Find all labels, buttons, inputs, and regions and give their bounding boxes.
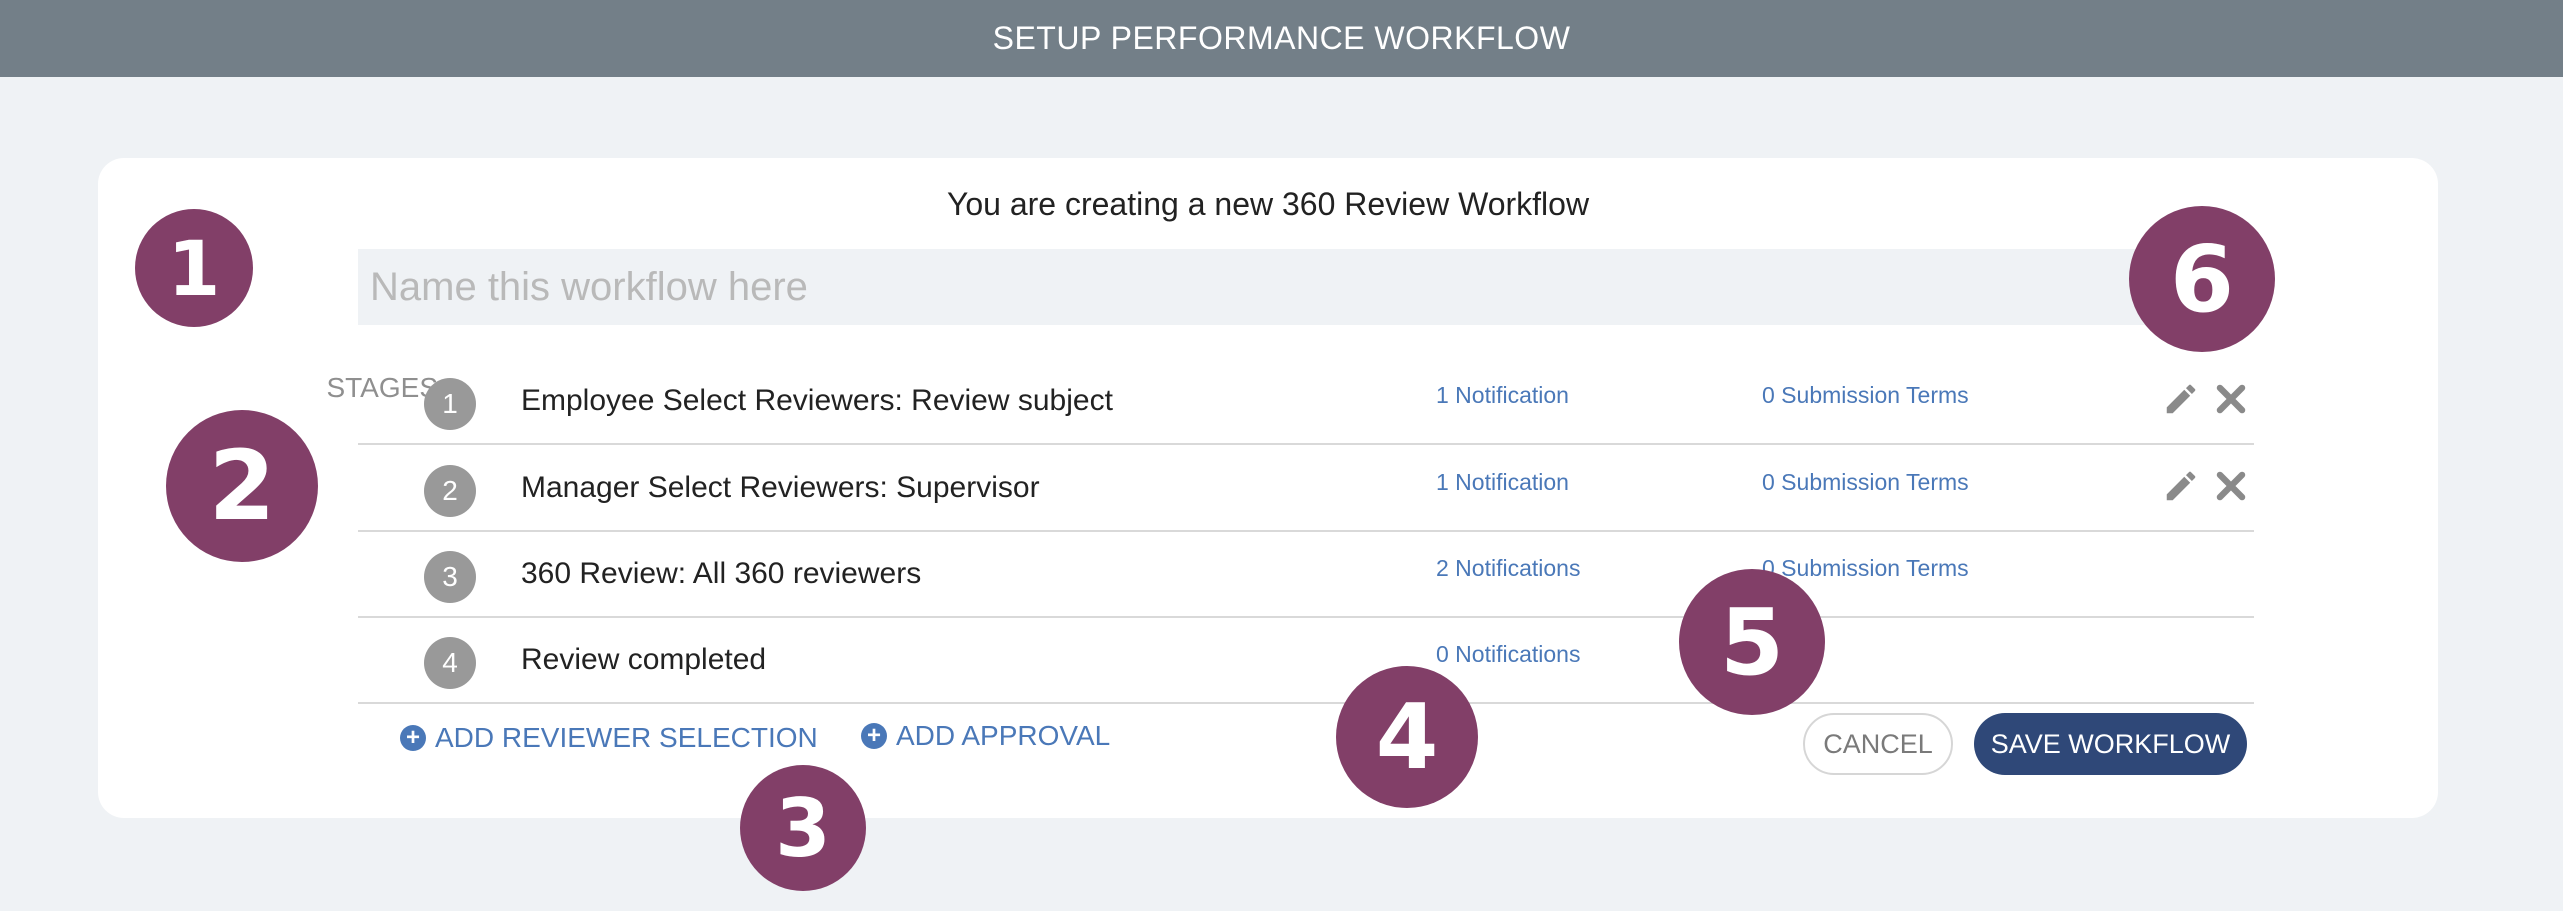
plus-circle-icon: +	[861, 723, 887, 749]
stage-name: Employee Select Reviewers: Review subjec…	[521, 384, 1113, 417]
stage-notifications-link[interactable]: 2 Notifications	[1436, 555, 1580, 582]
stage-notifications-link[interactable]: 0 Notifications	[1436, 641, 1580, 668]
callout-6: 6	[2129, 206, 2275, 352]
callout-3: 3	[740, 765, 866, 891]
stage-submission-terms-link[interactable]: 0 Submission Terms	[1762, 555, 1969, 582]
callout-1: 1	[135, 209, 253, 327]
stage-name: Review completed	[521, 643, 767, 676]
stage-number-badge: 1	[424, 378, 476, 430]
stage-name: Manager Select Reviewers: Supervisor	[521, 471, 1040, 504]
pencil-icon[interactable]	[2162, 380, 2200, 418]
close-icon[interactable]	[2212, 467, 2250, 505]
stage-row: 3 360 Review: All 360 reviewers 2 Notifi…	[358, 531, 2254, 618]
stage-name: 360 Review: All 360 reviewers	[521, 557, 922, 590]
stage-notifications-link[interactable]: 1 Notification	[1436, 469, 1569, 496]
add-approval-button[interactable]: + ADD APPROVAL	[861, 720, 1110, 752]
stage-notifications-link[interactable]: 1 Notification	[1436, 382, 1569, 409]
save-workflow-button[interactable]: SAVE WORKFLOW	[1974, 713, 2247, 775]
callout-2: 2	[166, 410, 318, 562]
workflow-card: You are creating a new 360 Review Workfl…	[98, 158, 2438, 818]
stage-row: 2 Manager Select Reviewers: Supervisor 1…	[358, 445, 2254, 532]
workflow-name-input[interactable]	[358, 249, 2258, 325]
cancel-button[interactable]: CANCEL	[1803, 713, 1953, 775]
add-reviewer-selection-button[interactable]: + ADD REVIEWER SELECTION	[400, 722, 818, 754]
stage-row: 1 Employee Select Reviewers: Review subj…	[358, 358, 2254, 445]
app-header: SETUP PERFORMANCE WORKFLOW	[0, 0, 2563, 77]
stage-number-badge: 4	[424, 637, 476, 689]
add-reviewer-selection-label: ADD REVIEWER SELECTION	[435, 722, 818, 753]
add-approval-label: ADD APPROVAL	[896, 720, 1111, 751]
close-icon[interactable]	[2212, 380, 2250, 418]
stage-submission-terms-link[interactable]: 0 Submission Terms	[1762, 382, 1969, 409]
workflow-subtitle: You are creating a new 360 Review Workfl…	[946, 186, 1590, 222]
page-title: SETUP PERFORMANCE WORKFLOW	[992, 20, 1571, 56]
stage-submission-terms-link[interactable]: 0 Submission Terms	[1762, 469, 1969, 496]
plus-circle-icon: +	[400, 725, 426, 751]
callout-4: 4	[1336, 666, 1478, 808]
pencil-icon[interactable]	[2162, 467, 2200, 505]
stage-row: 4 Review completed 0 Notifications	[358, 617, 2254, 704]
stage-number-badge: 3	[424, 551, 476, 603]
callout-5: 5	[1679, 569, 1825, 715]
stage-number-badge: 2	[424, 465, 476, 517]
